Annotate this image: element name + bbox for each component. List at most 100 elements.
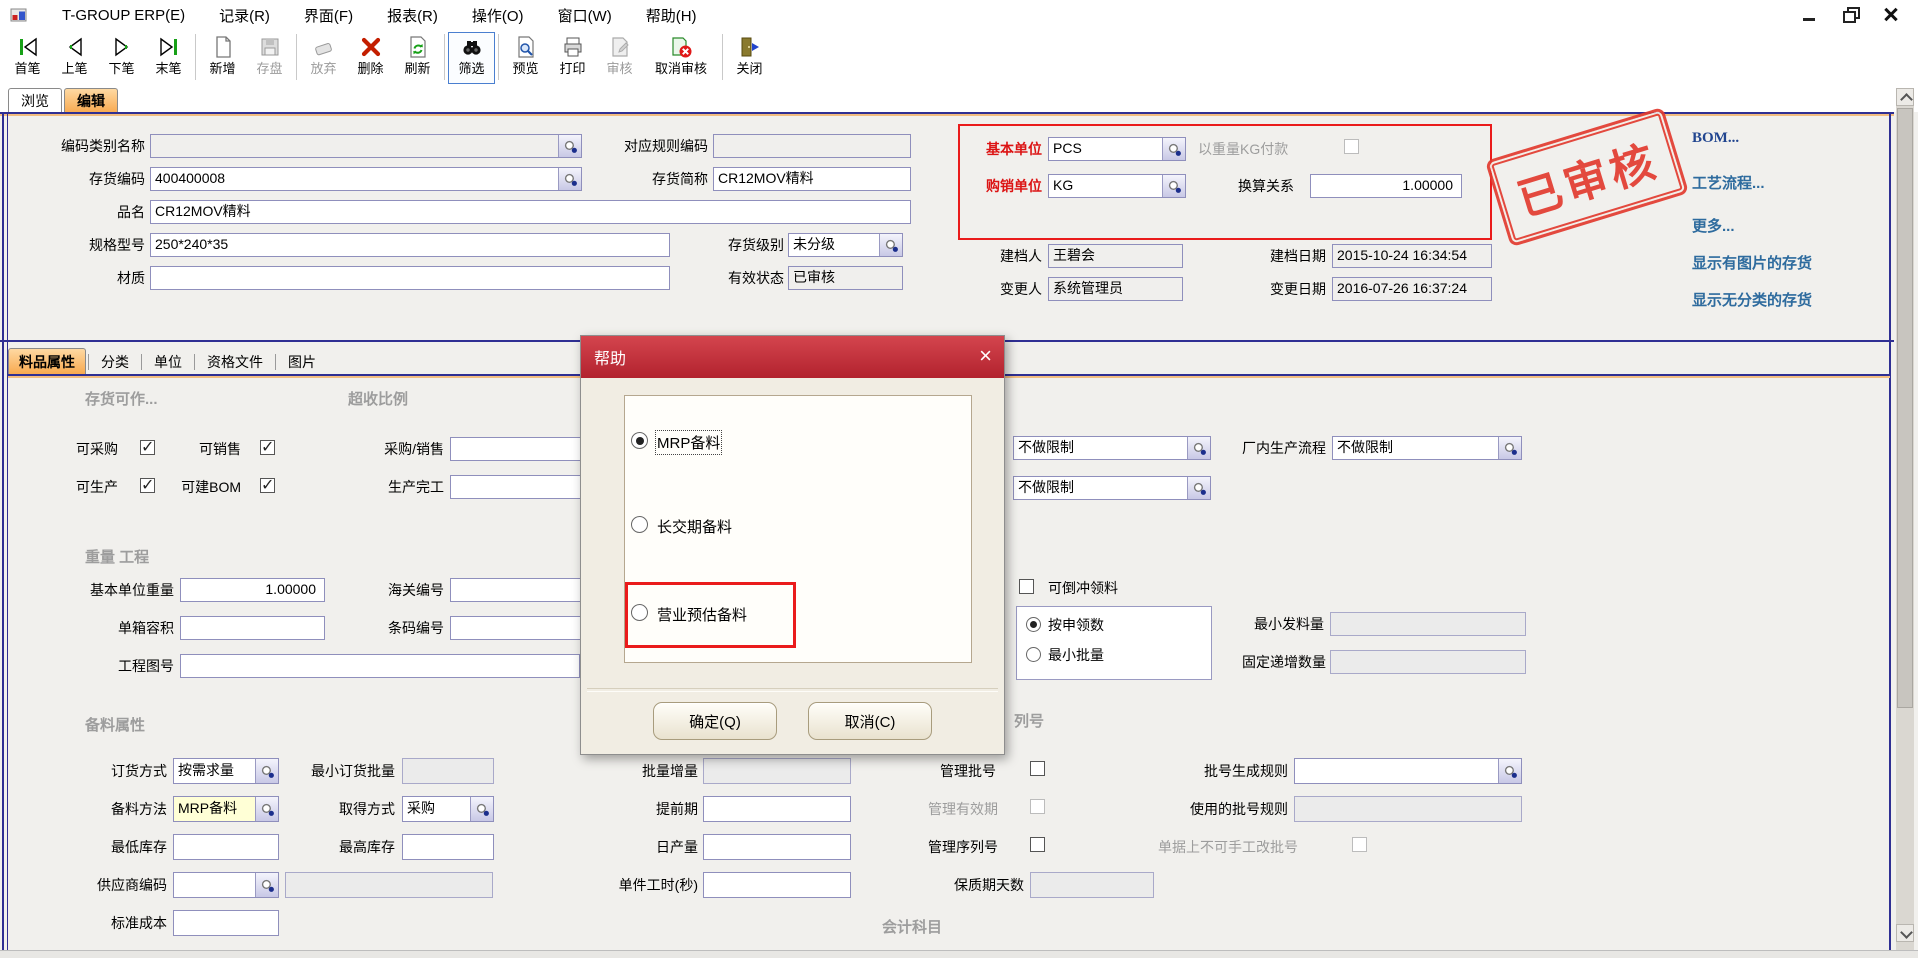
box-volume-field[interactable] [180,616,325,640]
toolbar-print[interactable]: 打印 [549,32,596,84]
option-mrp-prep[interactable]: MRP备料 [657,432,720,453]
coding-category-field[interactable] [150,134,582,158]
lookup-icon[interactable] [255,759,278,783]
scroll-up-button[interactable] [1896,88,1914,106]
link-bom[interactable]: BOM... [1692,130,1739,147]
std-cost-field[interactable] [173,910,279,936]
spec-field[interactable]: 250*240*35 [150,233,670,257]
scroll-down-button[interactable] [1896,924,1914,942]
toolbar-new[interactable]: 新增 [199,32,246,84]
trade-unit-field[interactable]: KG [1048,174,1186,198]
prep-method-field[interactable]: MRP备料 [173,796,279,822]
toolbar-prev-record[interactable]: 上笔 [51,32,98,84]
order-mode-field[interactable]: 按需求量 [173,758,279,784]
min-batch-radio[interactable] [1026,647,1041,662]
subtab-units[interactable]: 单位 [144,349,192,374]
toolbar-next-record[interactable]: 下笔 [98,32,145,84]
toolbar-preview[interactable]: 预览 [502,32,549,84]
drawing-field[interactable] [180,654,580,678]
toolbar-close[interactable]: 关闭 [726,32,773,84]
toolbar-label: 关闭 [736,61,762,76]
toolbar-first-record[interactable]: 首笔 [4,32,51,84]
lookup-icon[interactable] [1187,437,1210,459]
lookup-icon[interactable] [1498,759,1521,783]
vertical-scrollbar[interactable] [1896,88,1914,950]
cancel-button[interactable]: 取消(C) [808,702,932,740]
radio-mrp-prep[interactable] [631,432,648,449]
option-long-lead-prep[interactable]: 长交期备料 [657,516,732,537]
menu-window[interactable]: 窗口(W) [558,5,612,26]
restore-button[interactable] [1840,4,1866,26]
max-stock-field[interactable] [402,834,494,860]
supplier-field[interactable] [173,872,279,898]
radio-long-lead-prep[interactable] [631,516,648,533]
lookup-icon[interactable] [470,797,493,821]
can-produce-checkbox[interactable] [140,478,155,493]
material-field[interactable] [150,266,670,290]
scrollbar-thumb[interactable] [1897,108,1913,708]
tab-browse[interactable]: 浏览 [8,88,62,113]
subtab-qualification-files[interactable]: 资格文件 [197,349,273,374]
item-abbr-field[interactable]: CR12MOV精料 [713,167,911,191]
factory-flow-field[interactable]: 不做限制 [1332,436,1522,460]
close-button[interactable] [1878,4,1904,26]
unit-weight-field[interactable]: 1.00000 [180,578,325,602]
can-sell-checkbox[interactable] [260,440,275,455]
lead-time-field[interactable] [703,796,851,822]
tab-edit[interactable]: 编辑 [64,88,118,113]
lookup-icon[interactable] [1162,138,1185,160]
menu-report[interactable]: 报表(R) [387,5,438,26]
unit-time-field[interactable] [703,872,851,898]
lookup-icon[interactable] [558,135,581,157]
link-show-with-images[interactable]: 显示有图片的存货 [1692,252,1812,273]
manage-batch-checkbox[interactable] [1030,761,1045,776]
item-code-field[interactable]: 400400008 [150,167,582,191]
base-unit-field[interactable]: PCS [1048,137,1186,161]
batch-rule-field[interactable] [1294,758,1522,784]
minimize-button[interactable] [1796,4,1822,26]
limit-field-a[interactable]: 不做限制 [1013,436,1211,460]
menu-help[interactable]: 帮助(H) [646,5,697,26]
option-business-estimate-prep[interactable]: 营业预估备料 [657,604,747,625]
menu-interface[interactable]: 界面(F) [304,5,353,26]
conversion-field[interactable]: 1.00000 [1310,174,1462,198]
product-name-field[interactable]: CR12MOV精料 [150,200,911,224]
toolbar-delete[interactable]: 删除 [347,32,394,84]
menu-tgroup-erp[interactable]: T-GROUP ERP(E) [62,7,185,24]
radio-business-estimate-prep[interactable] [631,604,648,621]
label-ps-ratio: 采购/销售 [360,440,444,458]
toolbar-filter[interactable]: 筛选 [448,32,495,84]
menu-operate[interactable]: 操作(O) [472,5,524,26]
subtab-classification[interactable]: 分类 [91,349,139,374]
link-more[interactable]: 更多... [1692,215,1735,236]
lookup-icon[interactable] [558,168,581,190]
manage-serial-checkbox[interactable] [1030,837,1045,852]
subtab-images[interactable]: 图片 [278,349,326,374]
link-show-unclassified[interactable]: 显示无分类的存货 [1692,289,1812,310]
toolbar-cancel-audit[interactable]: 取消审核 [643,32,719,84]
lookup-icon[interactable] [1162,175,1185,197]
ok-button[interactable]: 确定(Q) [653,702,777,740]
obtain-field[interactable]: 采购 [402,796,494,822]
menu-record[interactable]: 记录(R) [219,5,270,26]
rule-code-field[interactable] [713,134,911,158]
link-process-flow[interactable]: 工艺流程... [1692,172,1765,193]
toolbar-refresh[interactable]: 刷新 [394,32,441,84]
by-request-radio[interactable] [1026,617,1041,632]
lookup-icon[interactable] [1498,437,1521,459]
backflush-checkbox[interactable] [1019,579,1034,594]
can-purchase-checkbox[interactable] [140,440,155,455]
subtab-item-attributes[interactable]: 料品属性 [8,348,86,374]
min-stock-field[interactable] [173,834,279,860]
lookup-icon[interactable] [1187,477,1210,499]
lookup-icon[interactable] [255,873,278,897]
dialog-close-icon[interactable]: × [979,344,992,368]
lookup-icon[interactable] [879,234,902,256]
dialog-titlebar[interactable]: 帮助 × [581,336,1004,378]
daily-output-field[interactable] [703,834,851,860]
can-bom-checkbox[interactable] [260,478,275,493]
level-field[interactable]: 未分级 [788,233,903,257]
toolbar-last-record[interactable]: 末笔 [145,32,192,84]
limit-field-b[interactable]: 不做限制 [1013,476,1211,500]
lookup-icon[interactable] [255,797,278,821]
